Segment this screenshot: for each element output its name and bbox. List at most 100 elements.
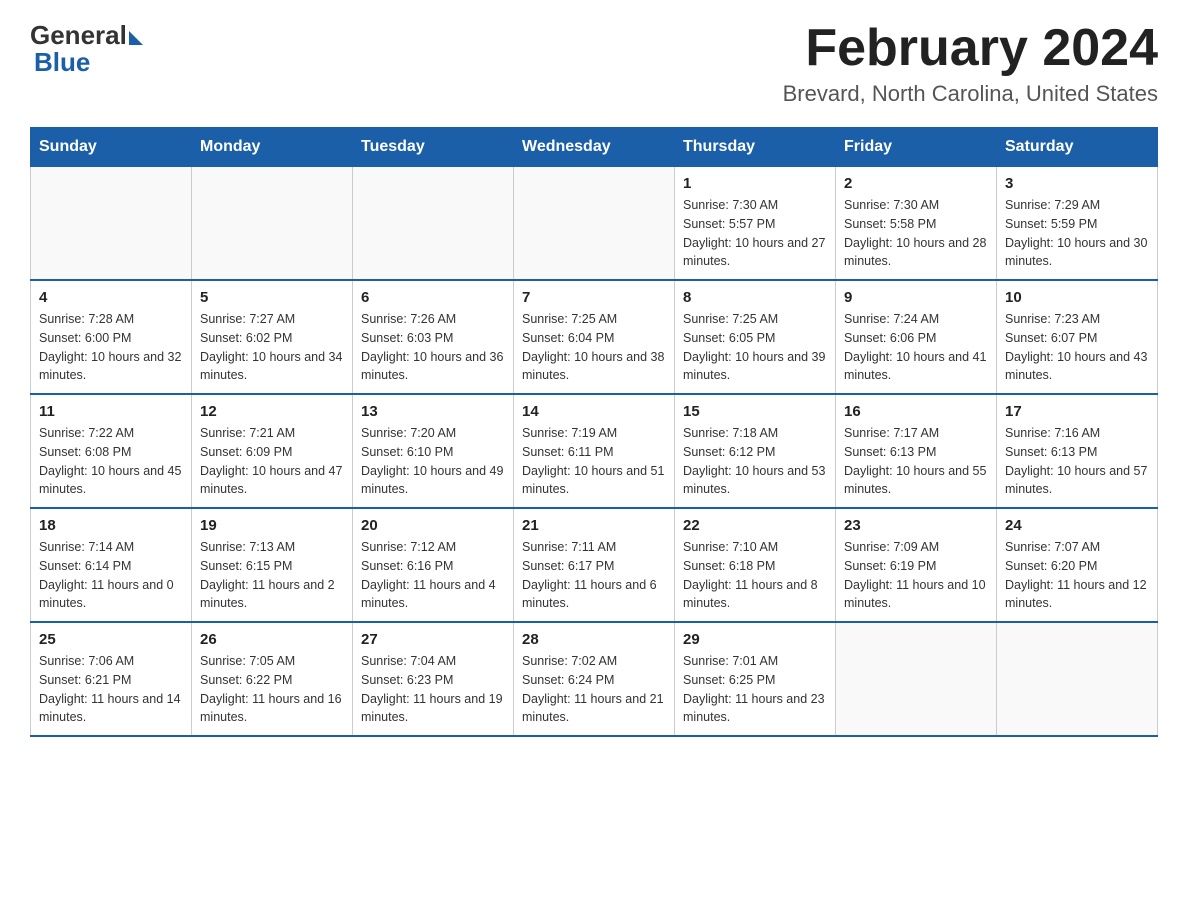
calendar-cell [997, 622, 1158, 736]
day-info: Sunrise: 7:01 AMSunset: 6:25 PMDaylight:… [683, 652, 827, 727]
day-info: Sunrise: 7:28 AMSunset: 6:00 PMDaylight:… [39, 310, 183, 385]
day-number: 1 [683, 175, 827, 192]
calendar-cell: 7 Sunrise: 7:25 AMSunset: 6:04 PMDaylight… [514, 280, 675, 394]
day-info: Sunrise: 7:18 AMSunset: 6:12 PMDaylight:… [683, 424, 827, 499]
day-info: Sunrise: 7:22 AMSunset: 6:08 PMDaylight:… [39, 424, 183, 499]
weekday-header-saturday: Saturday [997, 128, 1158, 167]
calendar-week-row: 4 Sunrise: 7:28 AMSunset: 6:00 PMDaylight… [31, 280, 1158, 394]
day-number: 23 [844, 517, 988, 534]
day-number: 22 [683, 517, 827, 534]
day-number: 11 [39, 403, 183, 420]
calendar-cell: 10Sunrise: 7:23 AMSunset: 6:07 PMDayligh… [997, 280, 1158, 394]
day-number: 20 [361, 517, 505, 534]
calendar-cell: 29 Sunrise: 7:01 AMSunset: 6:25 PMDayligh… [675, 622, 836, 736]
day-info: Sunrise: 7:19 AMSunset: 6:11 PMDaylight:… [522, 424, 666, 499]
day-info: Sunrise: 7:27 AMSunset: 6:02 PMDaylight:… [200, 310, 344, 385]
calendar-cell: 23 Sunrise: 7:09 AMSunset: 6:19 PMDayligh… [836, 508, 997, 622]
weekday-header-monday: Monday [192, 128, 353, 167]
calendar-cell: 21 Sunrise: 7:11 AMSunset: 6:17 PMDayligh… [514, 508, 675, 622]
weekday-header-wednesday: Wednesday [514, 128, 675, 167]
day-number: 18 [39, 517, 183, 534]
calendar-cell: 26 Sunrise: 7:05 AMSunset: 6:22 PMDayligh… [192, 622, 353, 736]
month-title: February 2024 [783, 20, 1158, 77]
logo-arrow-icon [129, 31, 143, 45]
calendar-cell: 17 Sunrise: 7:16 AMSunset: 6:13 PMDayligh… [997, 394, 1158, 508]
day-info: Sunrise: 7:29 AMSunset: 5:59 PMDaylight:… [1005, 196, 1149, 271]
calendar-cell: 12 Sunrise: 7:21 AMSunset: 6:09 PMDayligh… [192, 394, 353, 508]
calendar-cell: 1 Sunrise: 7:30 AMSunset: 5:57 PMDaylight… [675, 167, 836, 281]
calendar-cell: 2 Sunrise: 7:30 AMSunset: 5:58 PMDaylight… [836, 167, 997, 281]
day-info: Sunrise: 7:12 AMSunset: 6:16 PMDaylight:… [361, 538, 505, 613]
calendar-cell: 19 Sunrise: 7:13 AMSunset: 6:15 PMDayligh… [192, 508, 353, 622]
day-number: 4 [39, 289, 183, 306]
weekday-header-thursday: Thursday [675, 128, 836, 167]
calendar-cell [836, 622, 997, 736]
calendar-cell: 4 Sunrise: 7:28 AMSunset: 6:00 PMDaylight… [31, 280, 192, 394]
calendar-week-row: 18 Sunrise: 7:14 AMSunset: 6:14 PMDayligh… [31, 508, 1158, 622]
day-number: 21 [522, 517, 666, 534]
calendar-week-row: 11 Sunrise: 7:22 AMSunset: 6:08 PMDayligh… [31, 394, 1158, 508]
day-info: Sunrise: 7:30 AMSunset: 5:57 PMDaylight:… [683, 196, 827, 271]
day-number: 7 [522, 289, 666, 306]
day-info: Sunrise: 7:02 AMSunset: 6:24 PMDaylight:… [522, 652, 666, 727]
day-info: Sunrise: 7:26 AMSunset: 6:03 PMDaylight:… [361, 310, 505, 385]
day-number: 9 [844, 289, 988, 306]
page-header: General Blue February 2024 Brevard, Nort… [30, 20, 1158, 107]
day-info: Sunrise: 7:24 AMSunset: 6:06 PMDaylight:… [844, 310, 988, 385]
calendar-cell: 3 Sunrise: 7:29 AMSunset: 5:59 PMDaylight… [997, 167, 1158, 281]
calendar-cell: 6 Sunrise: 7:26 AMSunset: 6:03 PMDaylight… [353, 280, 514, 394]
day-info: Sunrise: 7:30 AMSunset: 5:58 PMDaylight:… [844, 196, 988, 271]
weekday-header-sunday: Sunday [31, 128, 192, 167]
calendar-header-row: SundayMondayTuesdayWednesdayThursdayFrid… [31, 128, 1158, 167]
calendar-cell [31, 167, 192, 281]
calendar-cell: 9 Sunrise: 7:24 AMSunset: 6:06 PMDaylight… [836, 280, 997, 394]
day-number: 3 [1005, 175, 1149, 192]
logo-blue-text: Blue [34, 47, 90, 78]
calendar-week-row: 25Sunrise: 7:06 AMSunset: 6:21 PMDayligh… [31, 622, 1158, 736]
day-number: 12 [200, 403, 344, 420]
day-info: Sunrise: 7:20 AMSunset: 6:10 PMDaylight:… [361, 424, 505, 499]
day-info: Sunrise: 7:21 AMSunset: 6:09 PMDaylight:… [200, 424, 344, 499]
day-number: 16 [844, 403, 988, 420]
calendar-cell: 16 Sunrise: 7:17 AMSunset: 6:13 PMDayligh… [836, 394, 997, 508]
calendar-week-row: 1 Sunrise: 7:30 AMSunset: 5:57 PMDaylight… [31, 167, 1158, 281]
calendar-cell: 22 Sunrise: 7:10 AMSunset: 6:18 PMDayligh… [675, 508, 836, 622]
day-info: Sunrise: 7:11 AMSunset: 6:17 PMDaylight:… [522, 538, 666, 613]
day-number: 17 [1005, 403, 1149, 420]
calendar-cell: 27Sunrise: 7:04 AMSunset: 6:23 PMDayligh… [353, 622, 514, 736]
day-info: Sunrise: 7:13 AMSunset: 6:15 PMDaylight:… [200, 538, 344, 613]
calendar-cell: 20 Sunrise: 7:12 AMSunset: 6:16 PMDayligh… [353, 508, 514, 622]
day-number: 26 [200, 631, 344, 648]
calendar-cell: 18 Sunrise: 7:14 AMSunset: 6:14 PMDayligh… [31, 508, 192, 622]
day-info: Sunrise: 7:23 AMSunset: 6:07 PMDaylight:… [1005, 310, 1149, 385]
day-info: Sunrise: 7:14 AMSunset: 6:14 PMDaylight:… [39, 538, 183, 613]
day-info: Sunrise: 7:09 AMSunset: 6:19 PMDaylight:… [844, 538, 988, 613]
calendar-cell: 24 Sunrise: 7:07 AMSunset: 6:20 PMDayligh… [997, 508, 1158, 622]
day-info: Sunrise: 7:25 AMSunset: 6:04 PMDaylight:… [522, 310, 666, 385]
day-number: 19 [200, 517, 344, 534]
day-number: 2 [844, 175, 988, 192]
calendar-cell: 14Sunrise: 7:19 AMSunset: 6:11 PMDayligh… [514, 394, 675, 508]
location-title: Brevard, North Carolina, United States [783, 81, 1158, 107]
day-info: Sunrise: 7:16 AMSunset: 6:13 PMDaylight:… [1005, 424, 1149, 499]
day-info: Sunrise: 7:10 AMSunset: 6:18 PMDaylight:… [683, 538, 827, 613]
day-info: Sunrise: 7:07 AMSunset: 6:20 PMDaylight:… [1005, 538, 1149, 613]
day-number: 24 [1005, 517, 1149, 534]
day-info: Sunrise: 7:05 AMSunset: 6:22 PMDaylight:… [200, 652, 344, 727]
calendar-cell: 5Sunrise: 7:27 AMSunset: 6:02 PMDaylight… [192, 280, 353, 394]
day-number: 6 [361, 289, 505, 306]
calendar-cell: 11 Sunrise: 7:22 AMSunset: 6:08 PMDayligh… [31, 394, 192, 508]
calendar-cell: 8Sunrise: 7:25 AMSunset: 6:05 PMDaylight… [675, 280, 836, 394]
calendar-cell: 15Sunrise: 7:18 AMSunset: 6:12 PMDayligh… [675, 394, 836, 508]
day-info: Sunrise: 7:17 AMSunset: 6:13 PMDaylight:… [844, 424, 988, 499]
calendar-cell: 28 Sunrise: 7:02 AMSunset: 6:24 PMDayligh… [514, 622, 675, 736]
title-area: February 2024 Brevard, North Carolina, U… [783, 20, 1158, 107]
day-number: 28 [522, 631, 666, 648]
calendar-cell: 25Sunrise: 7:06 AMSunset: 6:21 PMDayligh… [31, 622, 192, 736]
day-info: Sunrise: 7:04 AMSunset: 6:23 PMDaylight:… [361, 652, 505, 727]
calendar-cell [514, 167, 675, 281]
calendar-cell: 13Sunrise: 7:20 AMSunset: 6:10 PMDayligh… [353, 394, 514, 508]
day-number: 29 [683, 631, 827, 648]
calendar-table: SundayMondayTuesdayWednesdayThursdayFrid… [30, 127, 1158, 737]
day-number: 25 [39, 631, 183, 648]
